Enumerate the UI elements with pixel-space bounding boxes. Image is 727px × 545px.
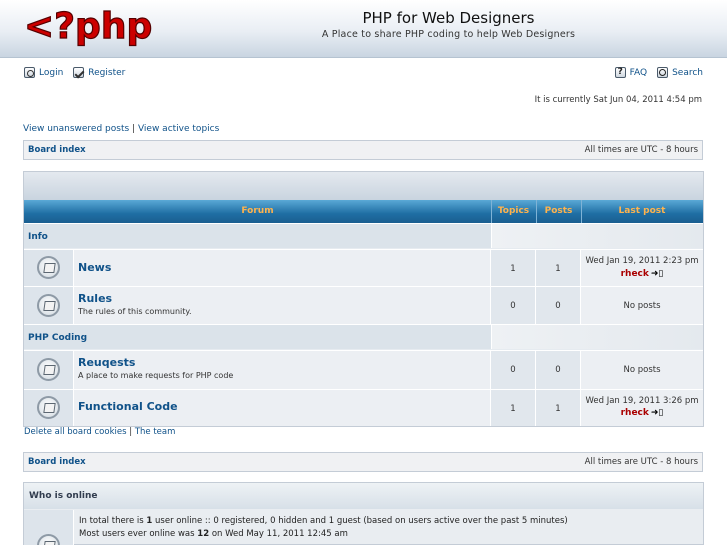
navbar-top: Board index All times are UTC - 8 hours	[23, 140, 703, 160]
faq-link[interactable]: FAQ	[630, 68, 647, 78]
forum-title-news[interactable]: News	[78, 261, 111, 274]
last-post-user-link[interactable]: rheck	[621, 269, 649, 279]
who-is-online-title: Who is online	[29, 491, 98, 501]
footer-links: Delete all board cookies | The team	[24, 427, 175, 437]
site-description: A Place to share PHP coding to help Web …	[321, 29, 576, 40]
most-users-line: Most users ever online was 12 on Wed May…	[79, 529, 348, 539]
posts-count: 0	[555, 301, 561, 311]
search-icon	[657, 67, 669, 78]
timezone-note: All times are UTC - 8 hours	[584, 145, 698, 155]
forum-read-icon	[37, 358, 60, 381]
login-link[interactable]: Login	[39, 68, 63, 78]
topics-count: 1	[510, 264, 516, 274]
last-post-date: No posts	[623, 301, 661, 311]
who-is-online-stats: In total there is 1 user online :: 0 reg…	[79, 515, 568, 541]
navbar-bottom: Board index All times are UTC - 8 hours	[23, 452, 703, 472]
header-forum: Forum	[241, 206, 274, 216]
forum-description: A place to make requests for PHP code	[78, 371, 234, 380]
goto-last-post-icon[interactable]: ➜▯	[651, 408, 664, 418]
login-icon	[24, 67, 35, 78]
help-menu: FAQ Search	[614, 67, 703, 78]
view-links: View unanswered posts | View active topi…	[23, 124, 219, 134]
table-header: Forum Topics Posts Last post	[24, 200, 703, 223]
forum-title-rules[interactable]: Rules	[78, 292, 112, 305]
forum-read-icon	[37, 294, 60, 317]
header-last-post: Last post	[618, 206, 666, 216]
forum-row-rules: Rules The rules of this community. 0 0 N…	[24, 286, 703, 324]
view-unanswered-link[interactable]: View unanswered posts	[23, 124, 129, 134]
forum-title-requests[interactable]: Reuqests	[78, 356, 135, 369]
last-post-date: Wed Jan 19, 2011 2:23 pm	[585, 256, 699, 266]
forum-row-requests: Reuqests A place to make requests for PH…	[24, 350, 703, 389]
posts-count: 0	[555, 365, 561, 375]
category-link-php-coding[interactable]: PHP Coding	[28, 333, 87, 343]
faq-icon	[614, 67, 626, 78]
posts-count: 1	[555, 264, 561, 274]
view-active-link[interactable]: View active topics	[138, 124, 219, 134]
table-caption-bar	[24, 172, 703, 200]
register-icon	[73, 67, 85, 78]
category-link-info[interactable]: Info	[28, 232, 48, 242]
topics-count: 1	[510, 404, 516, 414]
separator: |	[132, 124, 136, 134]
board-index-link[interactable]: Board index	[28, 145, 86, 155]
site-title: PHP for Web Designers	[362, 9, 535, 27]
last-post-date: No posts	[623, 365, 661, 375]
board-index-link[interactable]: Board index	[28, 457, 86, 467]
goto-last-post-icon[interactable]: ➜▯	[651, 269, 664, 279]
forum-row-functional-code: Functional Code 1 1 Wed Jan 19, 2011 3:2…	[24, 389, 703, 426]
site-logo[interactable]: <?php?>	[24, 2, 154, 50]
forum-row-news: News 1 1 Wed Jan 19, 2011 2:23 pm rheck ➜…	[24, 249, 703, 286]
forum-description: The rules of this community.	[78, 307, 192, 316]
current-time: It is currently Sat Jun 04, 2011 4:54 pm	[534, 95, 702, 105]
forum-title-functional-code[interactable]: Functional Code	[78, 400, 178, 413]
team-link[interactable]: The team	[135, 427, 176, 437]
forum-read-icon	[37, 256, 60, 279]
header-posts: Posts	[544, 206, 573, 216]
forum-read-icon	[37, 396, 60, 419]
category-row-info: Info	[24, 223, 703, 248]
category-row-php-coding: PHP Coding	[24, 324, 703, 349]
user-menu: Login Register	[24, 67, 131, 78]
delete-cookies-link[interactable]: Delete all board cookies	[24, 427, 127, 437]
last-post-date: Wed Jan 19, 2011 3:26 pm	[585, 396, 699, 406]
posts-count: 1	[555, 404, 561, 414]
separator: |	[129, 427, 133, 437]
register-link[interactable]: Register	[88, 68, 125, 78]
timezone-note: All times are UTC - 8 hours	[584, 457, 698, 467]
logo-text: <?php?>	[24, 6, 154, 47]
topics-count: 0	[510, 365, 516, 375]
header-topics: Topics	[497, 206, 530, 216]
topics-count: 0	[510, 301, 516, 311]
search-link[interactable]: Search	[672, 68, 703, 78]
who-is-online-header: Who is online	[24, 483, 703, 509]
last-post-user-link[interactable]: rheck	[621, 408, 649, 418]
online-users-line: In total there is 1 user online :: 0 reg…	[79, 516, 568, 526]
forum-table: Forum Topics Posts Last post Info News 1…	[23, 171, 704, 427]
who-is-online-panel: Who is online In total there is 1 user o…	[23, 482, 704, 545]
site-header: <?php?> PHP for Web Designers A Place to…	[0, 0, 727, 58]
who-is-online-icon	[37, 534, 60, 545]
